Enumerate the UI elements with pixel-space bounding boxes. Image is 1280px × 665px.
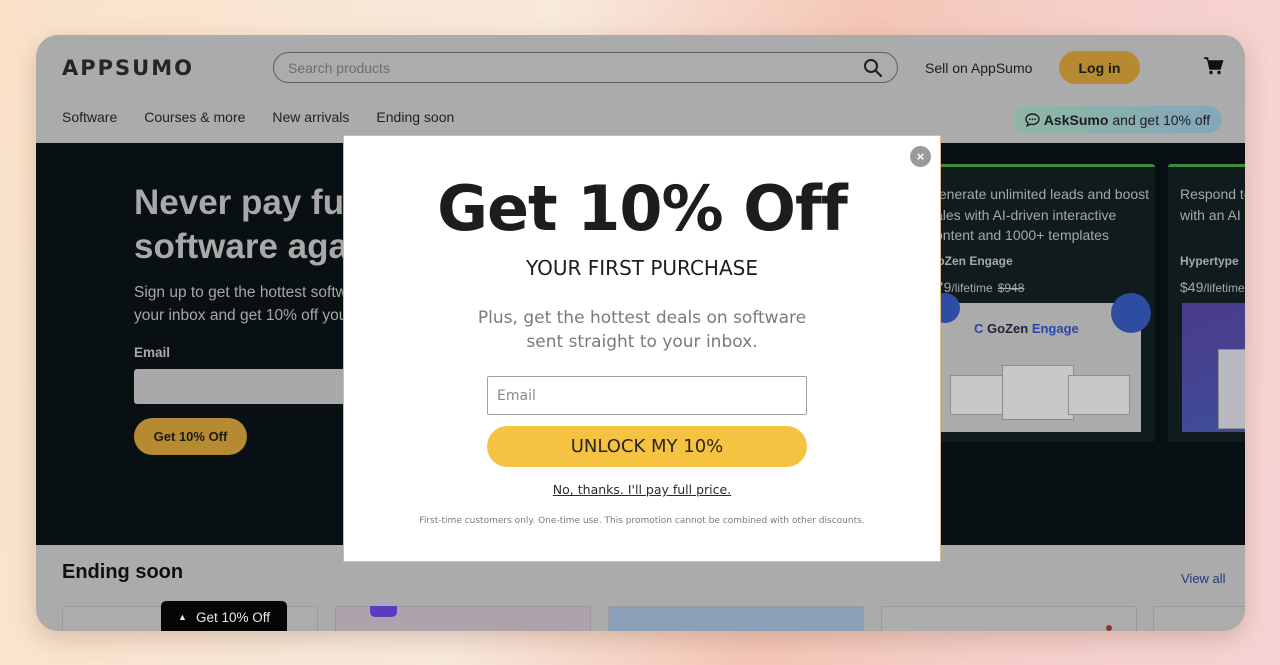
modal-body-line: sent straight to your inbox. [526, 332, 758, 352]
view-all-link[interactable]: View all [1181, 571, 1226, 586]
decorative-blob [1111, 293, 1151, 333]
screenshot-mock [1002, 365, 1074, 420]
deal-thumbnail: C GoZen Engage [930, 293, 1151, 432]
deal-card[interactable]: Respond to emails faster than ever with … [1168, 164, 1245, 442]
nav-item-new-arrivals[interactable]: New arrivals [272, 109, 349, 125]
modal-email-input[interactable] [487, 376, 807, 415]
main-nav: Software Courses & more New arrivals End… [62, 109, 454, 125]
product-logo-shape [370, 606, 397, 617]
modal-body: Plus, get the hottest deals on software … [344, 306, 940, 354]
price-suffix: /lifetime [951, 281, 993, 295]
original-price: $948 [997, 281, 1025, 295]
deal-price: $49/lifetime [1180, 279, 1245, 295]
close-icon[interactable]: × [910, 146, 931, 167]
search-bar[interactable] [273, 52, 898, 83]
deal-description: Generate unlimited leads and boost sales… [928, 186, 1150, 243]
caret-up-icon: ▲ [178, 612, 187, 622]
nav-item-software[interactable]: Software [62, 109, 117, 125]
gozen-logo: C GoZen Engage [974, 321, 1079, 336]
deal-description: Respond to emails faster than ever with … [1180, 186, 1245, 223]
hero-get-10-off-button[interactable]: Get 10% Off [134, 418, 247, 455]
product-dot [1106, 625, 1112, 631]
asksumo-button[interactable]: AskSumo and get 10% off [1013, 106, 1222, 133]
ending-soon-title: Ending soon [62, 561, 184, 583]
decline-link[interactable]: No, thanks. I'll pay full price. [553, 482, 731, 497]
search-icon[interactable] [863, 58, 883, 78]
hero-email-label: Email [134, 345, 171, 360]
modal-subtitle: YOUR FIRST PURCHASE [526, 256, 758, 280]
deal-thumbnail [1182, 303, 1245, 432]
price-value: $49 [1180, 279, 1204, 295]
product-tile[interactable] [1153, 606, 1245, 631]
modal-body-line: Plus, get the hottest deals on software [477, 308, 807, 328]
cart-icon[interactable] [1204, 57, 1224, 75]
deal-brand: Hypertype [1180, 254, 1239, 268]
nav-item-courses[interactable]: Courses & more [144, 109, 245, 125]
asksumo-label: AskSumo [1043, 111, 1109, 128]
modal-title: Get 10% Off [437, 172, 848, 245]
fine-print: First-time customers only. One-time use.… [419, 516, 865, 526]
unlock-button[interactable]: UNLOCK MY 10% [487, 426, 807, 467]
product-tile[interactable] [608, 606, 864, 631]
price-suffix: /lifetime [1203, 281, 1245, 295]
appsumo-logo[interactable]: APPSUMO [62, 56, 194, 80]
decline-container: No, thanks. I'll pay full price. [344, 482, 940, 497]
search-input[interactable] [288, 58, 848, 78]
asksumo-text: and get 10% off [1112, 111, 1211, 128]
chat-bubble-icon [1025, 112, 1040, 127]
screenshot-mock [950, 375, 1010, 415]
deal-card[interactable]: Generate unlimited leads and boost sales… [906, 164, 1155, 442]
sticky-get-10-off-tab[interactable]: ▲ Get 10% Off [161, 601, 287, 631]
product-tile[interactable] [881, 606, 1137, 631]
screenshot-mock [1068, 375, 1130, 415]
product-tile[interactable] [335, 606, 591, 631]
login-button[interactable]: Log in [1059, 51, 1140, 84]
nav-item-ending-soon[interactable]: Ending soon [376, 109, 454, 125]
screenshot-mock [1218, 349, 1245, 429]
sell-on-appsumo-link[interactable]: Sell on AppSumo [925, 60, 1032, 76]
discount-modal: × Get 10% Off YOUR FIRST PURCHASE Plus, … [343, 135, 941, 562]
sticky-tab-label: Get 10% Off [195, 609, 270, 625]
